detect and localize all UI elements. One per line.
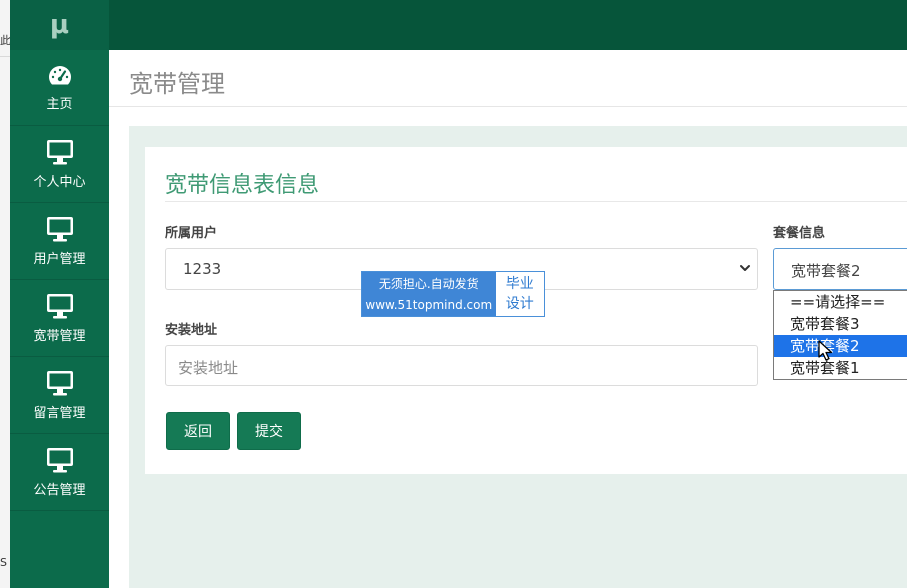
sidebar-item-label: 留言管理: [33, 405, 86, 421]
monitor-icon: [46, 216, 73, 241]
card-divider: [165, 201, 907, 202]
sidebar-item-label: 公告管理: [33, 482, 86, 498]
watermark-badge-line: 设计: [505, 296, 534, 312]
dropdown-option[interactable]: 宽带套餐3: [774, 313, 907, 335]
dropdown-option[interactable]: ==请选择==: [774, 291, 907, 313]
background-divider: [0, 56, 10, 57]
sidebar-item-home[interactable]: 主页: [10, 50, 109, 126]
sidebar-item-label: 用户管理: [33, 251, 86, 267]
chevron-down-icon: [740, 265, 750, 271]
top-navbar: [109, 0, 907, 50]
background-text-fragment: S: [0, 556, 7, 569]
address-placeholder: 安装地址: [178, 359, 239, 377]
sidebar-item-messages[interactable]: 留言管理: [10, 357, 109, 434]
watermark: 无须担心.自动发货 www.51topmind.com 毕业 设计: [361, 271, 545, 317]
address-input[interactable]: 安装地址: [165, 345, 758, 386]
user-label: 所属用户: [165, 226, 218, 241]
sidebar-item-users[interactable]: 用户管理: [10, 203, 109, 280]
sidebar: μ 主页 个人中心 用户管理 宽带管理 留言管理 公告管理: [10, 0, 109, 588]
background-text-fragment: 此: [0, 34, 10, 47]
watermark-text: 无须担心.自动发货 www.51topmind.com: [362, 272, 496, 316]
sidebar-item-label: 个人中心: [33, 174, 86, 190]
package-select-value: 宽带套餐2: [791, 262, 861, 280]
sidebar-item-profile[interactable]: 个人中心: [10, 126, 109, 203]
watermark-line: 无须担心.自动发货: [378, 277, 479, 291]
back-button[interactable]: 返回: [166, 412, 230, 450]
watermark-badge: 毕业 设计: [495, 272, 544, 316]
app-logo[interactable]: μ: [10, 0, 109, 50]
card-title: 宽带信息表信息: [165, 173, 320, 198]
watermark-url: www.51topmind.com: [365, 298, 493, 312]
monitor-icon: [46, 293, 73, 318]
user-select-value: 1233: [183, 260, 222, 278]
monitor-icon: [46, 447, 73, 472]
mouse-cursor-icon: [818, 340, 833, 361]
monitor-icon: [46, 139, 73, 164]
package-select[interactable]: 宽带套餐2: [773, 248, 907, 290]
monitor-icon: [46, 370, 73, 395]
watermark-badge-line: 毕业: [505, 276, 534, 292]
sidebar-item-label: 宽带管理: [33, 328, 86, 344]
package-label: 套餐信息: [773, 226, 826, 241]
page-header: 宽带管理: [109, 50, 907, 107]
sidebar-item-broadband[interactable]: 宽带管理: [10, 280, 109, 357]
background-window-strip: [0, 0, 10, 588]
sidebar-item-announcements[interactable]: 公告管理: [10, 434, 109, 511]
package-dropdown-list: ==请选择== 宽带套餐3 宽带套餐2 宽带套餐1: [773, 290, 907, 380]
sidebar-item-label: 主页: [46, 97, 73, 112]
submit-button[interactable]: 提交: [237, 412, 301, 450]
dropdown-option[interactable]: 宽带套餐1: [774, 357, 907, 379]
address-label: 安装地址: [165, 323, 218, 338]
dashboard-icon: [48, 66, 71, 85]
dropdown-option-selected[interactable]: 宽带套餐2: [774, 335, 907, 357]
page-title: 宽带管理: [129, 70, 225, 98]
